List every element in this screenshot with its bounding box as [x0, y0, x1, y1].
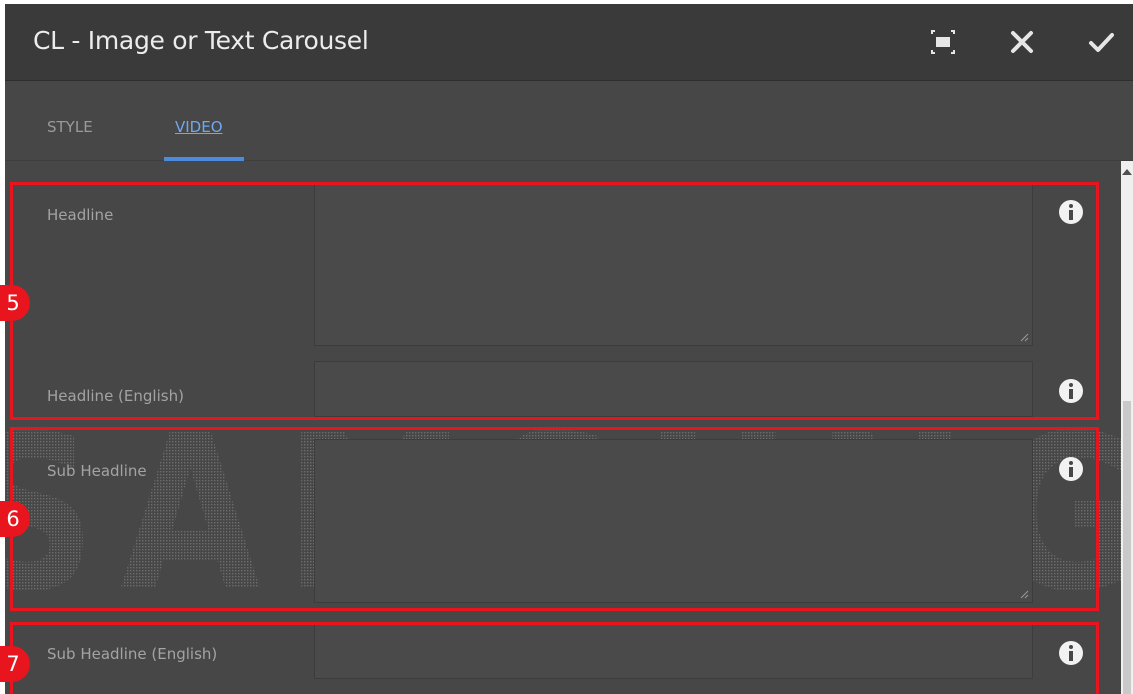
- scroll-up-arrow-icon[interactable]: [1122, 169, 1132, 175]
- fullscreen-icon[interactable]: [929, 28, 957, 56]
- tab-bar: STYLE VIDEO: [5, 81, 1133, 161]
- tab-video[interactable]: VIDEO: [175, 118, 223, 136]
- dialog-titlebar: CL - Image or Text Carousel: [5, 4, 1133, 81]
- tab-style[interactable]: STYLE: [47, 118, 93, 136]
- dialog-content: SAMSUNG Headline Headline (English) Sub …: [5, 161, 1121, 694]
- scrollbar[interactable]: [1121, 161, 1133, 694]
- scroll-thumb[interactable]: [1123, 401, 1131, 694]
- close-icon[interactable]: [1008, 28, 1036, 56]
- annotation-box-5: [10, 182, 1099, 420]
- dialog: CL - Image or Text Carousel STYLE VIDEO: [5, 4, 1133, 694]
- annotation-box-6: [10, 427, 1099, 611]
- annotation-box-7: [10, 622, 1099, 694]
- dialog-title: CL - Image or Text Carousel: [33, 26, 369, 55]
- check-icon[interactable]: [1087, 28, 1115, 56]
